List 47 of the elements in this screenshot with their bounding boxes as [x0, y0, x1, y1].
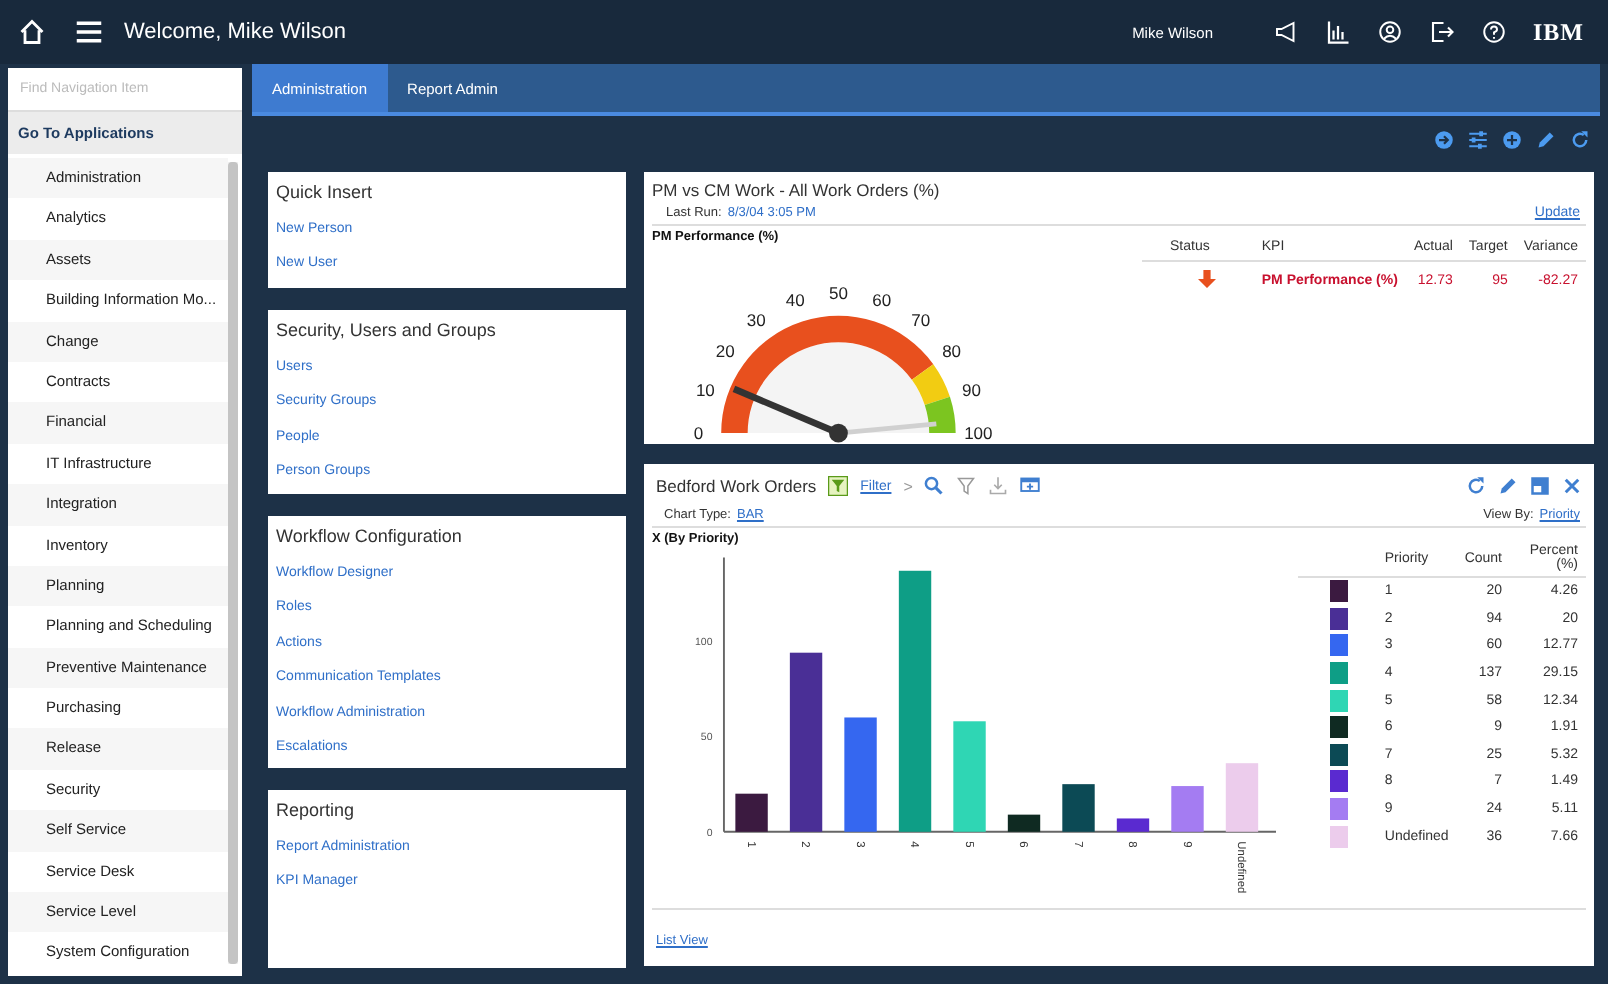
card-title: Workflow Configuration — [276, 526, 464, 546]
scrollbar[interactable] — [228, 162, 238, 964]
gauge-tick-label: 30 — [746, 309, 766, 330]
gauge-tick-label: 50 — [828, 282, 848, 303]
panel-title: PM vs CM Work - All Work Orders (%) — [652, 180, 942, 200]
down-arrow-icon — [1198, 270, 1217, 288]
help-icon[interactable] — [1481, 20, 1505, 44]
gauge-tick-label: 60 — [872, 289, 892, 310]
refresh-icon[interactable] — [1466, 476, 1486, 496]
user-icon[interactable] — [1377, 20, 1401, 44]
gauge-tick-label: 0 — [693, 422, 704, 443]
bar-chart-icon[interactable] — [1325, 20, 1349, 44]
chevron-text: > — [903, 477, 913, 495]
gauge-tick-label: 90 — [962, 379, 981, 400]
card-title: Quick Insert — [276, 182, 375, 202]
refresh-icon[interactable] — [1570, 130, 1590, 150]
logo: IBM — [1533, 17, 1584, 47]
gauge-tick-label: 80 — [942, 340, 962, 361]
close-icon[interactable] — [1562, 476, 1582, 496]
window-icon[interactable] — [1530, 476, 1550, 496]
gauge-tick-label: 100 — [964, 422, 993, 443]
add-icon[interactable] — [1502, 130, 1522, 150]
sliders-icon[interactable] — [1468, 130, 1488, 150]
gauge-tick-label: 40 — [785, 289, 805, 310]
bar[interactable] — [735, 793, 768, 832]
card-title: Reporting — [276, 800, 357, 820]
bar[interactable] — [789, 652, 823, 832]
filter-icon[interactable] — [828, 476, 849, 496]
megaphone-icon[interactable] — [1273, 20, 1297, 44]
bar[interactable] — [1007, 814, 1041, 832]
arrow-circle-icon[interactable] — [1434, 130, 1454, 150]
logout-icon[interactable] — [1429, 20, 1453, 44]
monitor-icon[interactable] — [1020, 476, 1041, 496]
search-icon[interactable] — [924, 476, 945, 496]
card-title: Security, Users and Groups — [276, 320, 498, 340]
pencil-icon[interactable] — [1536, 130, 1556, 150]
menu-icon[interactable] — [74, 18, 104, 46]
gauge-needle — [732, 385, 848, 443]
gauge-tick-label: 20 — [715, 340, 735, 361]
home-icon[interactable] — [18, 18, 46, 46]
welcome-text: Welcome, Mike Wilson — [124, 20, 347, 44]
bar[interactable] — [1116, 818, 1150, 832]
gauge-tick-label: 70 — [911, 309, 931, 330]
panel-title: Bedford Work Orders — [656, 476, 817, 496]
gauge-tick-label: 10 — [695, 379, 715, 400]
funnel-icon[interactable] — [956, 476, 977, 496]
pencil-icon[interactable] — [1498, 476, 1518, 496]
